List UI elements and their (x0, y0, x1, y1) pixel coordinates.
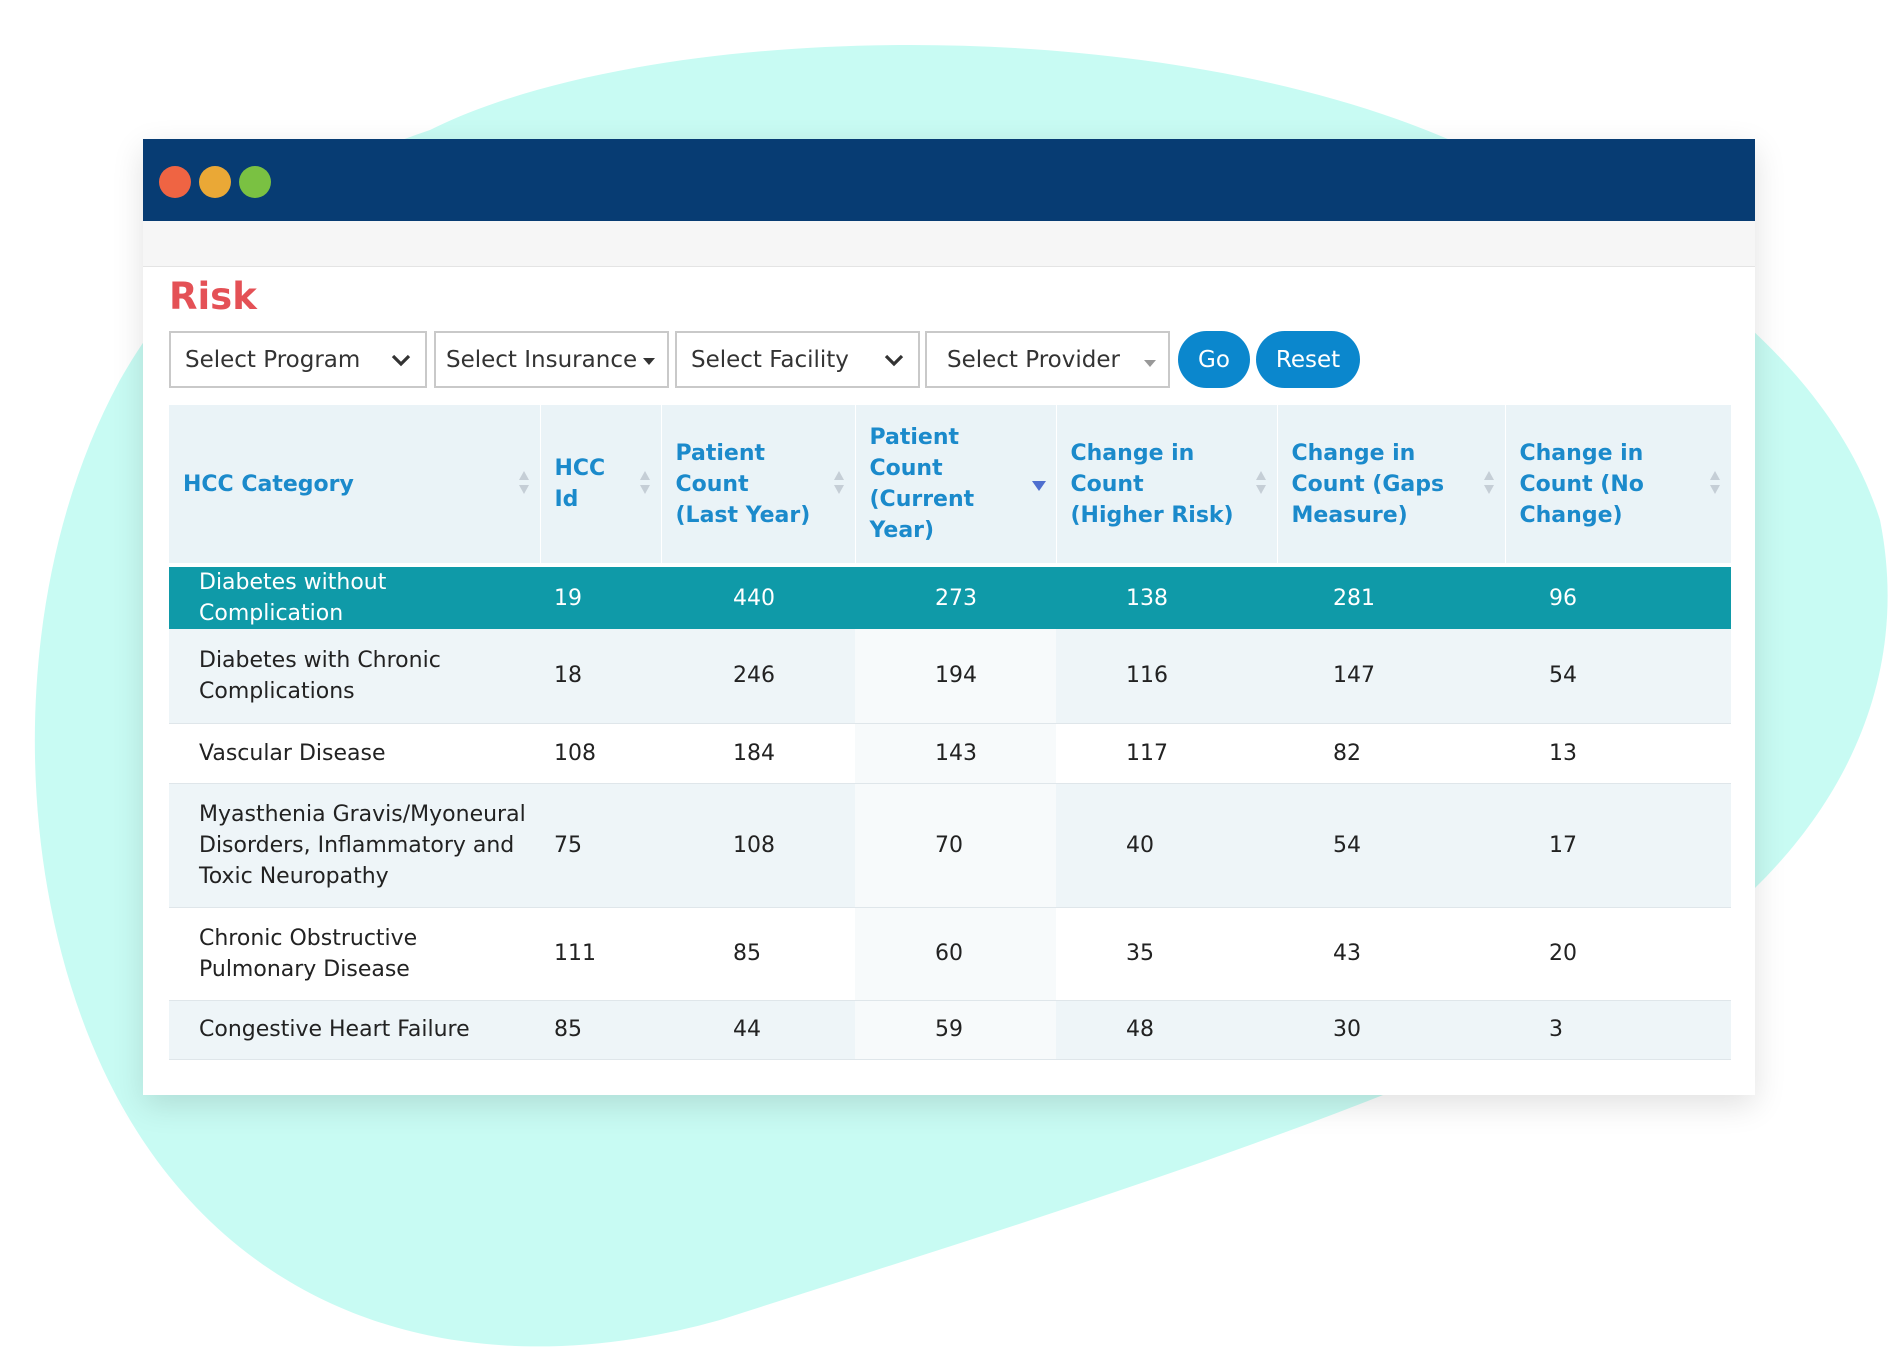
app-window: Risk Select Program Select Insurance Sel… (143, 139, 1755, 1095)
cell-last-year: 184 (661, 723, 855, 784)
cell-current-year: 143 (855, 723, 1056, 784)
header-change-no-change[interactable]: Change in Count (No Change) (1505, 405, 1732, 563)
header-patient-count-last-year[interactable]: Patient Count (Last Year) (661, 405, 856, 563)
maximize-dot[interactable] (239, 166, 271, 198)
cell-hcc-category: Vascular Disease (169, 723, 540, 784)
header-label: Change in Count (Gaps Measure) (1291, 440, 1445, 528)
cell-gaps-measure: 43 (1277, 907, 1505, 1001)
go-button[interactable]: Go (1178, 331, 1250, 388)
cell-current-year: 70 (855, 783, 1056, 908)
caret-down-icon (643, 358, 655, 365)
cell-hcc-id: 18 (540, 629, 661, 724)
close-dot[interactable] (159, 166, 191, 198)
program-select-label: Select Program (185, 346, 361, 373)
cell-hcc-id: 108 (540, 723, 661, 784)
cell-hcc-id: 85 (540, 1000, 661, 1060)
sort-arrows-icon (518, 471, 529, 494)
provider-select-label: Select Provider (947, 346, 1120, 373)
caret-down-icon (1144, 360, 1156, 367)
cell-last-year: 440 (661, 567, 855, 629)
cell-no-change: 54 (1505, 629, 1731, 724)
minimize-dot[interactable] (199, 166, 231, 198)
sort-arrows-icon (1483, 471, 1494, 494)
table-row[interactable]: Chronic Obstructive Pulmonary Disease 11… (169, 907, 1731, 1001)
cell-hcc-id: 19 (540, 567, 661, 629)
header-change-gaps-measure[interactable]: Change in Count (Gaps Measure) (1277, 405, 1506, 563)
header-label: Patient Count (Current Year) (869, 425, 975, 543)
cell-hcc-category: Diabetes with Chronic Complications (169, 629, 540, 724)
cell-no-change: 13 (1505, 723, 1731, 784)
cell-no-change: 3 (1505, 1000, 1731, 1060)
sort-arrows-icon (1709, 471, 1720, 494)
cell-no-change: 17 (1505, 783, 1731, 908)
header-label: HCC Id (554, 456, 606, 512)
facility-select-label: Select Facility (691, 346, 849, 373)
header-hcc-category[interactable]: HCC Category (169, 405, 541, 563)
cell-last-year: 85 (661, 907, 855, 1001)
table-row[interactable]: Diabetes without Complication 19 440 273… (169, 567, 1731, 629)
cell-current-year: 273 (855, 567, 1056, 629)
header-change-higher-risk[interactable]: Change in Count (Higher Risk) (1056, 405, 1278, 563)
cell-current-year: 194 (855, 629, 1056, 724)
insurance-select-label: Select Insurance (446, 346, 638, 373)
cell-no-change: 20 (1505, 907, 1731, 1001)
header-label: Change in Count (No Change) (1519, 440, 1644, 528)
insurance-select[interactable]: Select Insurance (434, 331, 669, 388)
cell-hcc-category: Chronic Obstructive Pulmonary Disease (169, 907, 540, 1001)
cell-last-year: 246 (661, 629, 855, 724)
cell-hcc-id: 75 (540, 783, 661, 908)
chevron-down-icon (884, 354, 904, 367)
program-select[interactable]: Select Program (169, 331, 427, 388)
cell-gaps-measure: 147 (1277, 629, 1505, 724)
table-row[interactable]: Vascular Disease 108 184 143 117 82 13 (169, 723, 1731, 784)
header-label: Change in Count (Higher Risk) (1070, 440, 1234, 528)
cell-gaps-measure: 30 (1277, 1000, 1505, 1060)
cell-hcc-id: 111 (540, 907, 661, 1001)
cell-last-year: 108 (661, 783, 855, 908)
header-label: HCC Category (183, 471, 354, 497)
header-patient-count-current-year[interactable]: Patient Count (Current Year) (855, 405, 1057, 563)
cell-higher-risk: 117 (1056, 723, 1277, 784)
table-row[interactable]: Diabetes with Chronic Complications 18 2… (169, 629, 1731, 724)
table-row[interactable]: Congestive Heart Failure 85 44 59 48 30 … (169, 1000, 1731, 1060)
cell-gaps-measure: 281 (1277, 567, 1505, 629)
risk-table-container: HCC Category HCC Id Patient Count (Last … (169, 405, 1732, 1060)
cell-higher-risk: 138 (1056, 567, 1277, 629)
sort-arrows-icon (639, 471, 650, 494)
page-title: Risk (169, 275, 257, 318)
cell-gaps-measure: 54 (1277, 783, 1505, 908)
window-titlebar (143, 139, 1755, 221)
sort-arrows-icon (1255, 471, 1266, 494)
cell-gaps-measure: 82 (1277, 723, 1505, 784)
cell-higher-risk: 48 (1056, 1000, 1277, 1060)
header-label: Patient Count (Last Year) (675, 440, 811, 528)
risk-table: HCC Category HCC Id Patient Count (Last … (169, 405, 1732, 1060)
main-content: Risk Select Program Select Insurance Sel… (143, 267, 1755, 1064)
sort-desc-icon (1031, 481, 1046, 491)
cell-current-year: 60 (855, 907, 1056, 1001)
cell-higher-risk: 116 (1056, 629, 1277, 724)
provider-select[interactable]: Select Provider (925, 331, 1170, 388)
facility-select[interactable]: Select Facility (675, 331, 920, 388)
cell-hcc-category: Congestive Heart Failure (169, 1000, 540, 1060)
cell-higher-risk: 35 (1056, 907, 1277, 1001)
cell-last-year: 44 (661, 1000, 855, 1060)
cell-hcc-category: Myasthenia Gravis/Myoneural Disorders, I… (169, 783, 540, 908)
cell-higher-risk: 40 (1056, 783, 1277, 908)
header-hcc-id[interactable]: HCC Id (540, 405, 662, 563)
chevron-down-icon (391, 354, 411, 367)
cell-hcc-category: Diabetes without Complication (169, 567, 540, 629)
toolbar-strip (143, 221, 1755, 267)
sort-arrows-icon (833, 471, 844, 494)
reset-button[interactable]: Reset (1256, 331, 1360, 388)
cell-current-year: 59 (855, 1000, 1056, 1060)
table-header-row: HCC Category HCC Id Patient Count (Last … (169, 405, 1732, 563)
table-row[interactable]: Myasthenia Gravis/Myoneural Disorders, I… (169, 783, 1731, 908)
cell-no-change: 96 (1505, 567, 1731, 629)
